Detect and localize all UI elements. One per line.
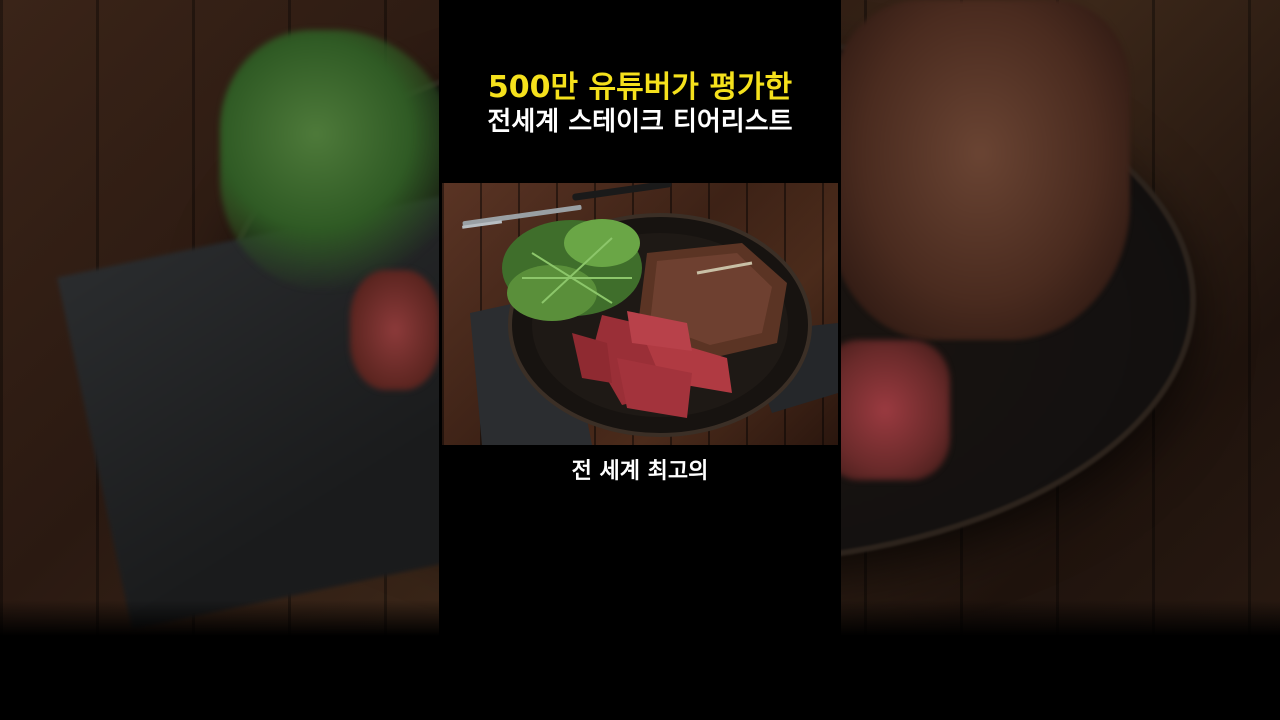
blurred-steak-slice bbox=[350, 270, 440, 390]
video-title: 전세계 스테이크 티어리스트 bbox=[487, 107, 793, 137]
short-video-panel[interactable]: 500만 유튜버가 평가한 전세계 스테이크 티어리스트 전 세계 최고의 bbox=[439, 0, 841, 720]
steak-illustration bbox=[462, 183, 838, 445]
blurred-arugula bbox=[220, 30, 460, 290]
subtitle-caption: 전 세계 최고의 bbox=[571, 459, 709, 484]
blurred-steak bbox=[830, 0, 1130, 340]
steak-plate-photo bbox=[442, 183, 838, 445]
video-title-highlight: 500만 유튜버가 평가한 bbox=[487, 70, 793, 105]
